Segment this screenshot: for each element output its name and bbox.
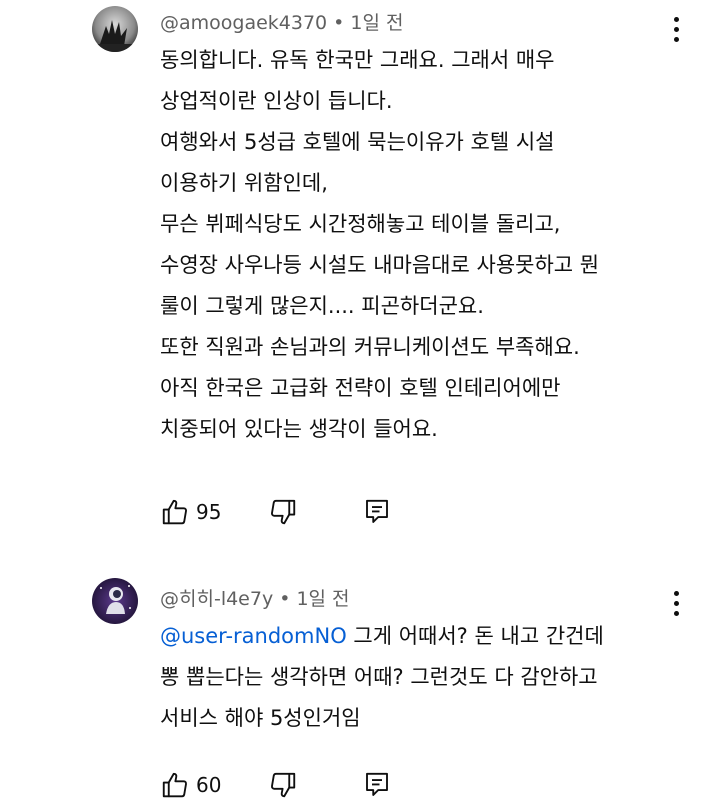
thumbs-down-icon[interactable] [268,770,298,800]
thumbs-up-icon[interactable] [160,497,190,527]
username[interactable]: @amoogaek4370 [160,12,327,34]
thumbs-down-icon[interactable] [268,497,298,527]
more-vert-icon[interactable] [664,14,688,44]
like-count: 95 [196,500,222,524]
comment-actions: 95 [160,496,392,528]
mention-link[interactable]: @user-randomNO [160,624,347,648]
timestamp[interactable]: 1일 전 [350,12,403,34]
comment-text: 동의합니다. 유독 한국만 그래요. 그래서 매우 상업적이란 인상이 듭니다.… [160,48,600,441]
avatar-image [92,6,138,52]
like-count: 60 [196,773,222,797]
more-vert-icon[interactable] [664,588,688,618]
timestamp[interactable]: 1일 전 [296,588,349,610]
reply-icon[interactable] [362,770,392,800]
comment-actions: 60 [160,769,392,801]
comment-header: @히히-l4e7y • 1일 전 [160,588,350,610]
comment-text: @user-randomNO 그게 어때서? 돈 내고 간건데 뽕 뽑는다는 생… [160,624,604,730]
avatar-image [92,578,138,624]
comment-header: @amoogaek4370 • 1일 전 [160,12,404,34]
avatar[interactable] [92,6,138,52]
username[interactable]: @히히-l4e7y [160,588,273,610]
thumbs-up-icon[interactable] [160,770,190,800]
avatar[interactable] [92,578,138,624]
reply-icon[interactable] [362,497,392,527]
